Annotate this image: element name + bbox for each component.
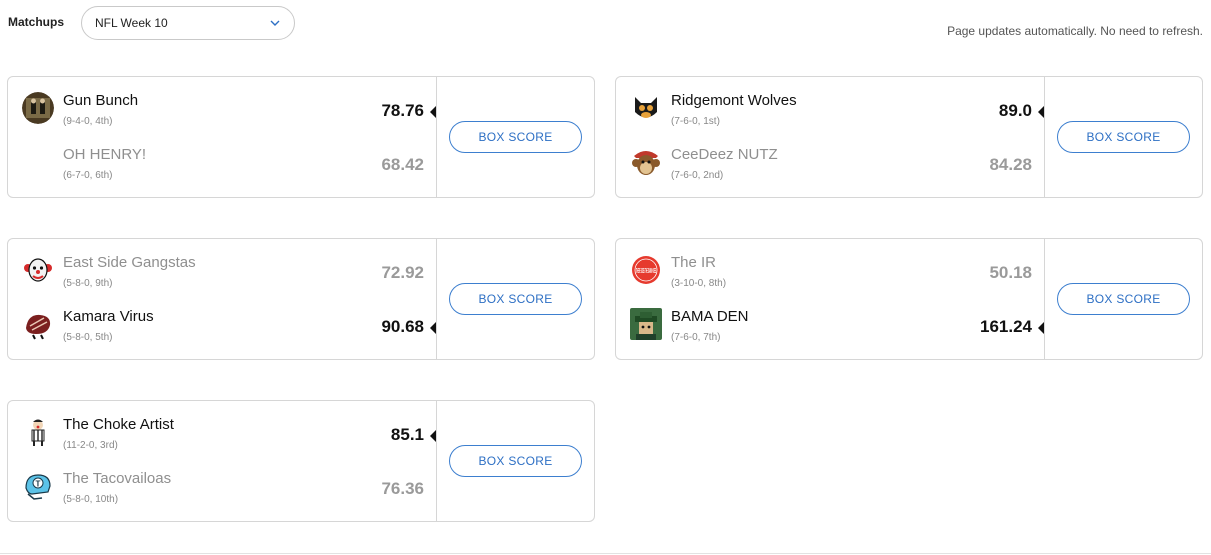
team-score: 161.24 — [980, 317, 1032, 336]
team-row-the-tacovailoas[interactable]: T The Tacovailoas (5-8-0, 10th) 76.36 — [8, 465, 436, 519]
badge-text: THERE GOES THE DAMN KNEE — [636, 268, 656, 275]
week-select[interactable]: NFL Week 10 — [81, 6, 295, 40]
box-score-button[interactable]: BOX SCORE — [449, 283, 582, 315]
helmet-avatar: T — [22, 470, 54, 502]
team-name: Kamara Virus — [63, 308, 154, 325]
team-name: The Choke Artist — [63, 416, 174, 433]
team-name: The Tacovailoas — [63, 470, 172, 487]
team-record: (9-4-0, 4th) — [63, 116, 113, 127]
matchup-card-1: Gun Bunch (9-4-0, 4th) 78.76 OH HENRY! (… — [7, 76, 595, 198]
card-divider — [436, 401, 437, 521]
team-score: 90.68 — [381, 317, 424, 336]
team-row-oh-henry[interactable]: OH HENRY! (6-7-0, 6th) 68.42 — [8, 141, 436, 195]
top-bar: Matchups NFL Week 10 Page updates automa… — [0, 0, 1211, 48]
team-score: 68.42 — [381, 155, 424, 174]
team-row-ceedeez-nutz[interactable]: CeeDeez NUTZ (7-6-0, 2nd) 84.28 — [616, 141, 1044, 195]
team-row-the-ir[interactable]: THERE GOES THE DAMN KNEE The IR (3-10-0,… — [616, 249, 1044, 303]
card-divider — [1044, 77, 1045, 197]
box-score-button[interactable]: BOX SCORE — [449, 445, 582, 477]
team-record: (5-8-0, 9th) — [63, 278, 113, 289]
chevron-down-icon — [270, 20, 280, 26]
team-row-kamara-virus[interactable]: Kamara Virus (5-8-0, 5th) 90.68 — [8, 303, 436, 357]
team-record: (11-2-0, 3rd) — [63, 440, 118, 451]
matchup-card-5: The Choke Artist (11-2-0, 3rd) 85.1 T Th… — [7, 400, 595, 522]
clown-avatar — [22, 254, 54, 286]
box-score-button[interactable]: BOX SCORE — [1057, 121, 1190, 153]
bottom-divider — [0, 553, 1211, 554]
monkey-avatar — [630, 146, 662, 178]
team-score: 84.28 — [989, 155, 1032, 174]
team-row-the-choke-artist[interactable]: The Choke Artist (11-2-0, 3rd) 85.1 — [8, 411, 436, 465]
referee-avatar — [22, 416, 54, 448]
matchups-label: Matchups — [8, 15, 65, 29]
team-name: East Side Gangstas — [63, 254, 196, 271]
team-record: (7-6-0, 1st) — [671, 116, 720, 127]
auto-update-note: Page updates automatically. No need to r… — [947, 24, 1203, 38]
matchup-card-2: Ridgemont Wolves (7-6-0, 1st) 89.0 CeeDe… — [615, 76, 1203, 198]
card-divider — [436, 239, 437, 359]
team-score: 89.0 — [998, 101, 1032, 120]
team-row-ridgemont-wolves[interactable]: Ridgemont Wolves (7-6-0, 1st) 89.0 — [616, 87, 1044, 141]
team-score: 78.76 — [381, 101, 424, 120]
box-score-button[interactable]: BOX SCORE — [449, 121, 582, 153]
week-select-value: NFL Week 10 — [95, 16, 168, 30]
matchup-card-4: THERE GOES THE DAMN KNEE The IR (3-10-0,… — [615, 238, 1203, 360]
team-row-bama-den[interactable]: BAMA DEN (7-6-0, 7th) 161.24 — [616, 303, 1044, 357]
team-name: Ridgemont Wolves — [671, 92, 797, 109]
team-record: (7-6-0, 7th) — [671, 332, 721, 343]
team-score: 85.1 — [390, 425, 424, 444]
team-name: The IR — [671, 254, 717, 271]
team-record: (5-8-0, 5th) — [63, 332, 113, 343]
team-name: Gun Bunch — [63, 92, 139, 109]
team-name: OH HENRY! — [63, 146, 147, 163]
matchup-card-3: East Side Gangstas (5-8-0, 9th) 72.92 Ka… — [7, 238, 595, 360]
box-score-button[interactable]: BOX SCORE — [1057, 283, 1190, 315]
team-score: 76.36 — [381, 479, 424, 498]
team-record: (6-7-0, 6th) — [63, 170, 113, 181]
wolf-avatar — [630, 92, 662, 124]
team-name: CeeDeez NUTZ — [671, 146, 778, 163]
svg-text:T: T — [36, 480, 41, 489]
team-score: 50.18 — [989, 263, 1032, 282]
badge-avatar: THERE GOES THE DAMN KNEE — [630, 254, 662, 286]
team-row-east-side-gangstas[interactable]: East Side Gangstas (5-8-0, 9th) 72.92 — [8, 249, 436, 303]
team-row-gun-bunch[interactable]: Gun Bunch (9-4-0, 4th) 78.76 — [8, 87, 436, 141]
team-name: BAMA DEN — [671, 308, 749, 325]
card-divider — [436, 77, 437, 197]
card-divider — [1044, 239, 1045, 359]
gun-bunch-avatar — [22, 92, 54, 124]
team-record: (3-10-0, 8th) — [671, 278, 727, 289]
team-score: 72.92 — [381, 263, 424, 282]
team-record: (7-6-0, 2nd) — [671, 170, 724, 181]
hat-avatar — [630, 308, 662, 340]
team-record: (5-8-0, 10th) — [63, 494, 119, 505]
steak-avatar — [22, 308, 54, 340]
